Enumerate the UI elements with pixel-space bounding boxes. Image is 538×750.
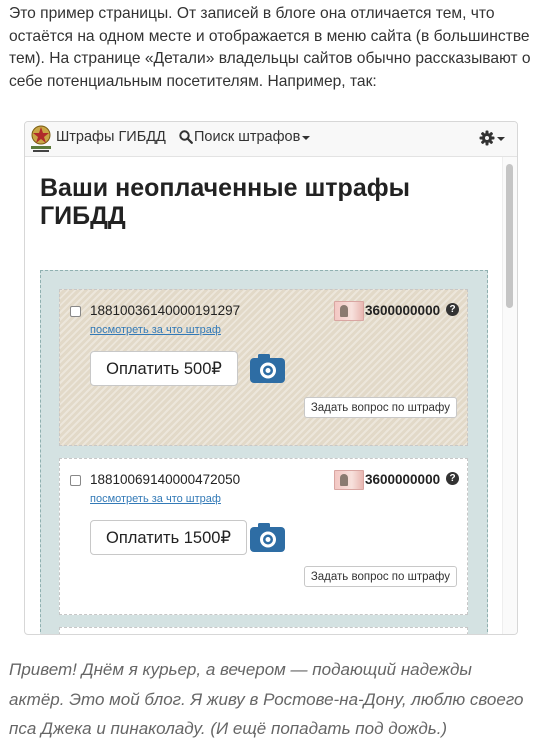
settings-dropdown[interactable] (479, 130, 505, 146)
intro-paragraph: Это пример страницы. От записей в блоге … (9, 5, 531, 90)
camera-icon[interactable] (250, 353, 285, 383)
fine-details-link[interactable]: посмотреть за что штраф (90, 324, 221, 336)
brand-title[interactable]: Штрафы ГИБДД (56, 129, 166, 145)
fine-card (59, 627, 468, 634)
help-icon[interactable]: ? (446, 472, 459, 485)
author-bio: Привет! Днём я курьер, а вечером — подаю… (9, 660, 524, 738)
fine-checkbox[interactable] (70, 475, 81, 486)
ask-question-button[interactable]: Задать вопрос по штрафу (303, 566, 457, 587)
fine-card: 18810069140000472050 посмотреть за что ш… (59, 458, 468, 615)
document-code: 3600000000 (365, 303, 441, 318)
ask-question-button[interactable]: Задать вопрос по штрафу (303, 397, 457, 418)
search-icon (179, 130, 193, 144)
fine-checkbox[interactable] (70, 306, 81, 317)
gear-icon (479, 130, 495, 146)
fine-details-link[interactable]: посмотреть за что штраф (90, 493, 221, 505)
scrollbar-thumb[interactable] (506, 164, 513, 308)
camera-icon[interactable] (250, 522, 285, 552)
page-title: Ваши неоплаченные штрафы ГИБДД (40, 174, 410, 230)
gibdd-emblem-icon[interactable] (27, 124, 55, 154)
app-navbar: Штрафы ГИБДД Поиск штрафов (25, 122, 517, 157)
search-label: Поиск штрафов (194, 129, 301, 145)
fines-list: 18810036140000191297 посмотреть за что ш… (40, 270, 488, 634)
caret-down-icon (302, 136, 311, 140)
scrollbar[interactable] (502, 157, 517, 634)
document-code: 3600000000 (365, 472, 441, 487)
search-dropdown[interactable]: Поиск штрафов (179, 129, 311, 145)
help-icon[interactable]: ? (446, 303, 459, 316)
app-screenshot-frame: Штрафы ГИБДД Поиск штрафов Ваши неоплаче… (24, 121, 518, 635)
passport-icon (334, 470, 364, 490)
passport-icon (334, 301, 364, 321)
fine-number: 18810036140000191297 (90, 303, 241, 318)
caret-down-icon (497, 137, 505, 141)
pay-button[interactable]: Оплатить 500₽ (90, 351, 238, 386)
pay-button[interactable]: Оплатить 1500₽ (90, 520, 247, 555)
fine-number: 18810069140000472050 (90, 472, 241, 487)
fine-card: 18810036140000191297 посмотреть за что ш… (59, 289, 468, 446)
